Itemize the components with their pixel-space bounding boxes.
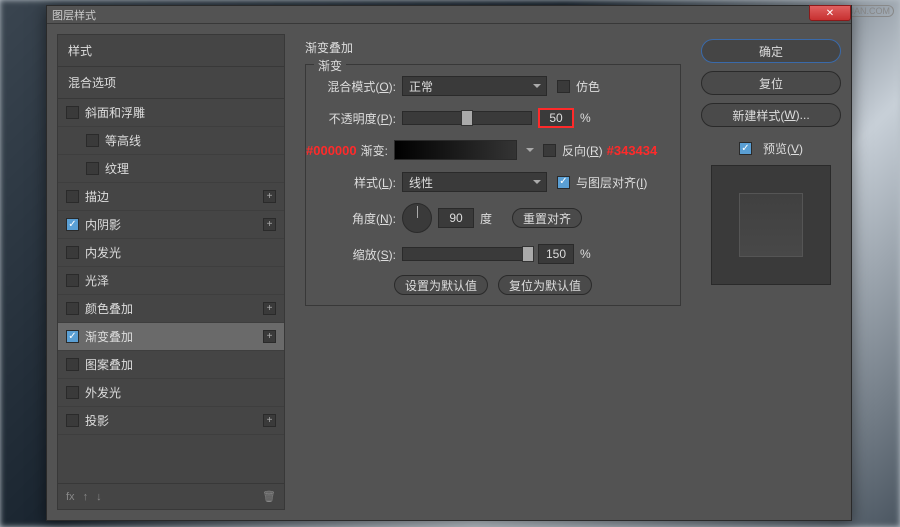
- ok-button[interactable]: 确定: [701, 39, 841, 63]
- effect-checkbox[interactable]: [66, 386, 79, 399]
- effect-item-4[interactable]: 内阴影 +: [58, 211, 284, 239]
- dither-label: 仿色: [576, 78, 600, 95]
- reset-align-button[interactable]: 重置对齐: [512, 208, 582, 228]
- scale-label: 缩放(S):: [316, 246, 402, 263]
- effect-label: 渐变叠加: [85, 328, 133, 345]
- effect-item-7[interactable]: 颜色叠加 +: [58, 295, 284, 323]
- blend-mode-select[interactable]: 正常: [402, 76, 547, 96]
- opacity-slider[interactable]: [402, 111, 532, 125]
- plus-icon[interactable]: +: [263, 218, 276, 231]
- dialog-title: 图层样式: [52, 7, 96, 23]
- effect-label: 斜面和浮雕: [85, 104, 145, 121]
- effect-label: 光泽: [85, 272, 109, 289]
- new-style-button[interactable]: 新建样式(W)...: [701, 103, 841, 127]
- angle-label: 角度(N):: [316, 210, 402, 227]
- layer-style-dialog: 图层样式 ✕ 样式 混合选项 斜面和浮雕等高线纹理描边 + 内阴影 + 内发光光泽颜色叠…: [46, 5, 852, 521]
- plus-icon[interactable]: +: [263, 330, 276, 343]
- options-panel: 渐变叠加 渐变 混合模式(O): 正常 仿色 不透明度(P): 50 %: [295, 34, 691, 510]
- preview-label: 预览(V): [763, 140, 803, 157]
- effect-checkbox[interactable]: [86, 162, 99, 175]
- effect-label: 等高线: [105, 132, 141, 149]
- effect-label: 外发光: [85, 384, 121, 401]
- plus-icon[interactable]: +: [263, 302, 276, 315]
- effect-label: 内阴影: [85, 216, 121, 233]
- close-button[interactable]: ✕: [809, 5, 851, 21]
- effect-label: 描边: [85, 188, 109, 205]
- style-select[interactable]: 线性: [402, 172, 547, 192]
- plus-icon[interactable]: +: [263, 190, 276, 203]
- styles-header[interactable]: 样式: [58, 35, 284, 67]
- gradient-picker[interactable]: [394, 140, 517, 160]
- effect-item-1[interactable]: 等高线: [58, 127, 284, 155]
- effect-label: 颜色叠加: [85, 300, 133, 317]
- scale-slider[interactable]: [402, 247, 532, 261]
- effect-item-0[interactable]: 斜面和浮雕: [58, 99, 284, 127]
- align-checkbox[interactable]: [557, 176, 570, 189]
- effect-checkbox[interactable]: [86, 134, 99, 147]
- reverse-label: 反向(R): [562, 142, 603, 159]
- dither-checkbox[interactable]: [557, 80, 570, 93]
- trash-icon[interactable]: 🗑: [262, 490, 276, 503]
- effect-checkbox[interactable]: [66, 218, 79, 231]
- effect-item-11[interactable]: 投影 +: [58, 407, 284, 435]
- effect-label: 图案叠加: [85, 356, 133, 373]
- make-default-button[interactable]: 设置为默认值: [394, 275, 488, 295]
- cancel-button[interactable]: 复位: [701, 71, 841, 95]
- opacity-input[interactable]: 50: [538, 108, 574, 128]
- reset-default-button[interactable]: 复位为默认值: [498, 275, 592, 295]
- effect-checkbox[interactable]: [66, 414, 79, 427]
- effect-label: 内发光: [85, 244, 121, 261]
- close-icon: ✕: [826, 8, 834, 19]
- effects-list: 斜面和浮雕等高线纹理描边 + 内阴影 + 内发光光泽颜色叠加 + 渐变叠加 + 图案叠加外发光投…: [58, 99, 284, 483]
- effect-label: 纹理: [105, 160, 129, 177]
- preview-checkbox[interactable]: [739, 142, 752, 155]
- effect-checkbox[interactable]: [66, 358, 79, 371]
- effect-label: 投影: [85, 412, 109, 429]
- effect-item-10[interactable]: 外发光: [58, 379, 284, 407]
- gradient-label: 渐变:: [361, 142, 388, 159]
- blend-mode-label: 混合模式(O):: [316, 78, 402, 95]
- scale-input[interactable]: 150: [538, 244, 574, 264]
- effect-checkbox[interactable]: [66, 302, 79, 315]
- effect-item-6[interactable]: 光泽: [58, 267, 284, 295]
- fx-icon[interactable]: fx: [66, 491, 75, 503]
- effect-checkbox[interactable]: [66, 330, 79, 343]
- annotation-right: #343434: [607, 143, 658, 158]
- effect-item-8[interactable]: 渐变叠加 +: [58, 323, 284, 351]
- align-label: 与图层对齐(I): [576, 174, 647, 191]
- panel-footer: fx ↑ ↓ 🗑: [58, 483, 284, 509]
- angle-input[interactable]: 90: [438, 208, 474, 228]
- effect-item-9[interactable]: 图案叠加: [58, 351, 284, 379]
- blend-options-header[interactable]: 混合选项: [58, 67, 284, 99]
- styles-panel: 样式 混合选项 斜面和浮雕等高线纹理描边 + 内阴影 + 内发光光泽颜色叠加 + 渐变叠加 +…: [57, 34, 285, 510]
- arrow-down-icon[interactable]: ↓: [96, 491, 102, 503]
- angle-dial[interactable]: [402, 203, 432, 233]
- effect-item-3[interactable]: 描边 +: [58, 183, 284, 211]
- gradient-fieldset: 渐变 混合模式(O): 正常 仿色 不透明度(P): 50 % #000000: [305, 64, 681, 306]
- effect-checkbox[interactable]: [66, 274, 79, 287]
- preview-swatch: [711, 165, 831, 285]
- titlebar[interactable]: 图层样式 ✕: [47, 6, 851, 24]
- opacity-label: 不透明度(P):: [316, 110, 402, 127]
- arrow-up-icon[interactable]: ↑: [83, 491, 89, 503]
- effect-checkbox[interactable]: [66, 106, 79, 119]
- effect-checkbox[interactable]: [66, 190, 79, 203]
- effect-checkbox[interactable]: [66, 246, 79, 259]
- effect-item-5[interactable]: 内发光: [58, 239, 284, 267]
- reverse-checkbox[interactable]: [543, 144, 556, 157]
- group-title: 渐变叠加: [305, 39, 681, 56]
- annotation-left: #000000: [306, 143, 357, 158]
- effect-item-2[interactable]: 纹理: [58, 155, 284, 183]
- action-panel: 确定 复位 新建样式(W)... 预览(V): [701, 34, 841, 510]
- plus-icon[interactable]: +: [263, 414, 276, 427]
- style-label: 样式(L):: [316, 174, 402, 191]
